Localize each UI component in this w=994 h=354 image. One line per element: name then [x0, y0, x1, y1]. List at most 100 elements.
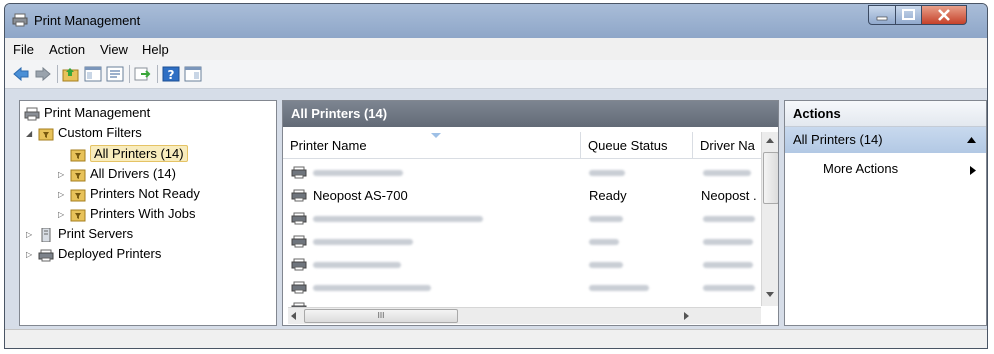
- expand-arrow-icon[interactable]: ▷: [26, 225, 38, 245]
- toolbar: ?: [5, 60, 987, 89]
- menu-file[interactable]: File: [13, 42, 34, 57]
- redacted-text: [703, 262, 753, 268]
- printer-icon: [291, 166, 307, 179]
- expand-arrow-icon[interactable]: ▷: [58, 185, 70, 205]
- tree-item-all-drivers[interactable]: ▷ All Drivers (14): [58, 164, 176, 184]
- scroll-right-arrow-icon[interactable]: [684, 312, 689, 320]
- filter-icon: [70, 209, 86, 222]
- tree-label: Print Servers: [58, 226, 134, 241]
- close-button[interactable]: [921, 5, 967, 25]
- expand-arrow-icon[interactable]: ▷: [58, 205, 70, 225]
- redacted-text: [313, 239, 413, 245]
- horizontal-scroll-thumb[interactable]: III: [304, 309, 458, 323]
- redacted-text: [589, 216, 623, 222]
- up-folder-icon[interactable]: [62, 66, 80, 82]
- tree-label: Print Management: [44, 105, 151, 120]
- menu-view[interactable]: View: [100, 42, 128, 57]
- actions-section-all-printers[interactable]: All Printers (14): [785, 127, 986, 153]
- menu-action[interactable]: Action: [49, 42, 85, 57]
- column-queue-status[interactable]: Queue Status: [581, 132, 693, 159]
- tree-item-custom-filters[interactable]: ◢ Custom Filters: [26, 123, 142, 143]
- tree-label: All Drivers (14): [90, 166, 176, 181]
- redacted-text: [313, 170, 403, 176]
- close-icon: [938, 9, 950, 21]
- table-row[interactable]: [291, 161, 765, 184]
- window-title: Print Management: [34, 13, 141, 28]
- table-row[interactable]: [291, 297, 765, 307]
- table-row[interactable]: Neopost AS-700 Ready Neopost .: [291, 184, 765, 207]
- toolbar-separator: [57, 65, 58, 83]
- show-hide-console-tree-icon[interactable]: [84, 66, 102, 82]
- filter-icon: [70, 189, 86, 202]
- printer-icon: [291, 281, 307, 294]
- redacted-text: [313, 285, 431, 291]
- submenu-arrow-icon[interactable]: [970, 166, 976, 175]
- minimize-icon: [876, 16, 888, 21]
- printer-icon: [291, 258, 307, 271]
- tree-item-printers-not-ready[interactable]: ▷ Printers Not Ready: [58, 184, 200, 204]
- tree-label: Custom Filters: [58, 125, 142, 140]
- show-hide-action-pane-icon[interactable]: [184, 66, 202, 82]
- forward-icon[interactable]: [34, 66, 52, 82]
- print-management-icon: [24, 107, 40, 121]
- driver-name-cell: Neopost .: [701, 188, 757, 203]
- server-icon: [41, 227, 51, 242]
- menu-help[interactable]: Help: [142, 42, 169, 57]
- tree-label: Deployed Printers: [58, 246, 162, 261]
- column-driver-name[interactable]: Driver Na: [693, 132, 761, 159]
- expand-arrow-icon[interactable]: ▷: [58, 165, 70, 185]
- more-actions-item[interactable]: More Actions: [823, 161, 898, 176]
- printer-icon: [291, 212, 307, 225]
- toolbar-separator: [157, 65, 158, 83]
- printer-app-icon: [12, 13, 28, 27]
- printer-list-pane: All Printers (14) Printer Name Queue Sta…: [282, 100, 779, 326]
- vertical-scrollbar[interactable]: [761, 132, 778, 306]
- scroll-up-arrow-icon[interactable]: [766, 138, 774, 143]
- maximize-button[interactable]: [895, 5, 922, 25]
- filter-folder-icon: [38, 128, 54, 141]
- redacted-text: [703, 285, 755, 291]
- redacted-text: [703, 170, 751, 176]
- table-row[interactable]: [291, 207, 765, 230]
- redacted-text: [703, 216, 755, 222]
- redacted-text: [589, 285, 649, 291]
- scroll-down-arrow-icon[interactable]: [766, 292, 774, 297]
- list-pane-title: All Printers (14): [283, 101, 778, 127]
- tree-item-deployed-printers[interactable]: ▷ Deployed Printers: [26, 244, 161, 264]
- tree-item-all-printers[interactable]: All Printers (14): [70, 144, 188, 164]
- tree-label: Printers With Jobs: [90, 206, 196, 221]
- help-icon[interactable]: ?: [162, 66, 180, 82]
- tree-item-printers-with-jobs[interactable]: ▷ Printers With Jobs: [58, 204, 195, 224]
- tree-item-print-servers[interactable]: ▷ Print Servers: [26, 224, 133, 244]
- properties-icon[interactable]: [106, 66, 124, 82]
- table-row[interactable]: [291, 230, 765, 253]
- horizontal-scrollbar[interactable]: III: [288, 307, 761, 324]
- menu-bar: File Action View Help: [5, 38, 987, 60]
- vertical-scroll-thumb[interactable]: [763, 152, 778, 204]
- printer-icon: [38, 249, 54, 262]
- print-management-window: Print Management File Action View Help ?: [4, 3, 988, 349]
- console-tree: Print Management ◢ Custom Filters All Pri…: [19, 100, 277, 326]
- svg-text:?: ?: [168, 68, 175, 82]
- minimize-button[interactable]: [868, 5, 896, 25]
- redacted-text: [589, 170, 625, 176]
- back-icon[interactable]: [12, 66, 30, 82]
- expand-arrow-icon[interactable]: ▷: [26, 245, 38, 265]
- printer-icon: [291, 235, 307, 248]
- actions-title: Actions: [785, 101, 986, 127]
- collapse-section-icon[interactable]: [967, 137, 976, 143]
- printer-name-cell: Neopost AS-700: [313, 188, 408, 203]
- redacted-text: [313, 262, 401, 268]
- actions-pane: Actions All Printers (14) More Actions: [784, 100, 987, 326]
- export-list-icon[interactable]: [134, 66, 152, 82]
- table-row[interactable]: [291, 253, 765, 276]
- table-row[interactable]: [291, 276, 765, 299]
- redacted-text: [589, 262, 623, 268]
- scroll-left-arrow-icon[interactable]: [291, 312, 296, 320]
- tree-item-print-management[interactable]: Print Management: [24, 103, 150, 123]
- collapse-arrow-icon[interactable]: ◢: [26, 124, 38, 144]
- toolbar-separator: [129, 65, 130, 83]
- status-bar: [5, 329, 987, 348]
- queue-status-cell: Ready: [589, 188, 627, 203]
- filter-icon: [70, 169, 86, 182]
